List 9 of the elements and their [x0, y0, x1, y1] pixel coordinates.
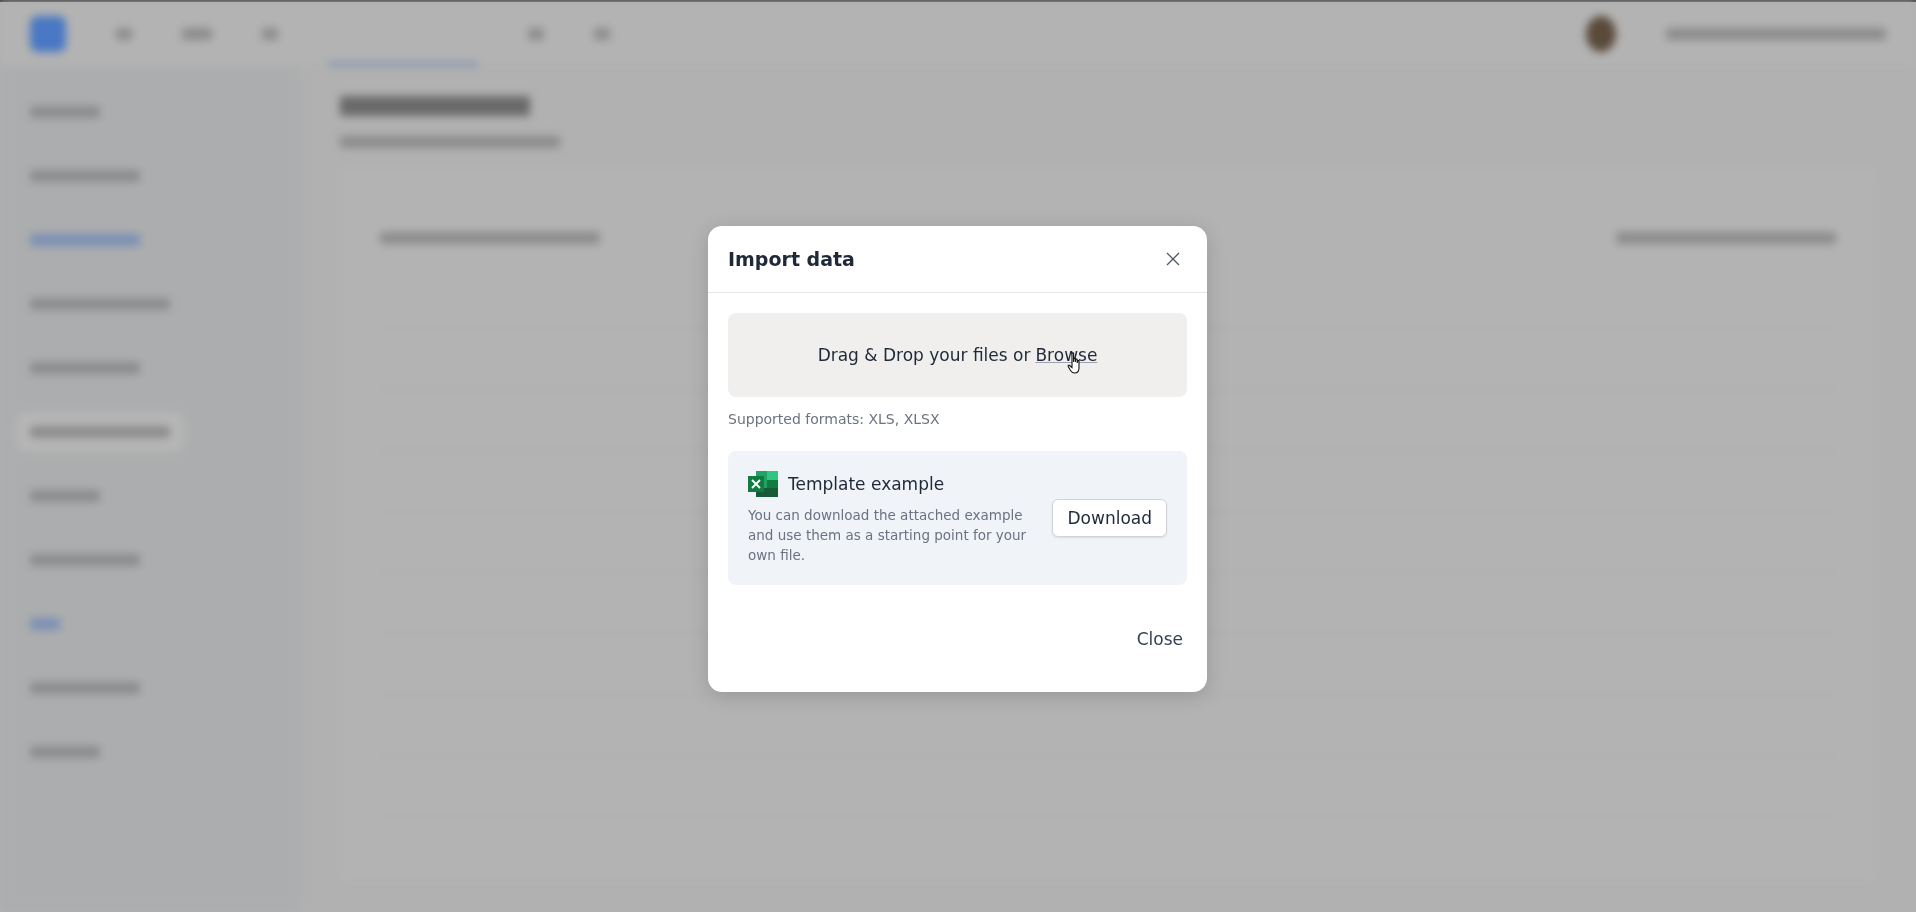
dialog-title: Import data [728, 248, 855, 270]
spreadsheet-icon [748, 471, 778, 497]
download-button[interactable]: Download [1052, 499, 1167, 537]
close-button[interactable]: Close [1132, 622, 1187, 655]
drop-zone-text: Drag & Drop your files or [817, 345, 1031, 365]
template-title: Template example [788, 474, 945, 494]
template-description: You can download the attached example and use them as a starting point for your own file. [748, 506, 1028, 565]
supported-formats-text: Supported formats: XLS, XLSX [728, 411, 941, 427]
close-icon [1166, 252, 1180, 266]
